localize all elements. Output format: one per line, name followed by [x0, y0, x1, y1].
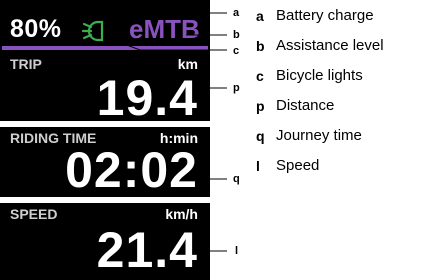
legend-key: a	[256, 8, 264, 24]
callout-label-a: a	[233, 7, 240, 19]
legend-item: l Speed	[256, 156, 426, 176]
legend-key: l	[256, 158, 260, 174]
legend-text: Battery charge	[276, 7, 374, 24]
legend-key: q	[256, 128, 265, 144]
legend-item: c Bicycle lights	[256, 66, 426, 86]
leader-line-a	[64, 12, 227, 21]
callout-label-q: q	[233, 173, 240, 185]
legend-item: q Journey time	[256, 126, 426, 146]
legend-text: Bicycle lights	[276, 67, 363, 84]
callout-label-c: c	[233, 45, 240, 57]
legend-key: p	[256, 98, 265, 114]
leader-line-c	[105, 36, 227, 51]
legend-text: Assistance level	[276, 37, 384, 54]
legend-text: Speed	[276, 157, 320, 174]
legend-text: Journey time	[276, 127, 362, 144]
legend-key: c	[256, 68, 264, 84]
callout-label-p: p	[233, 82, 240, 94]
legend-item: a Battery charge	[256, 6, 426, 26]
callout-label-l: l	[235, 245, 239, 257]
legend-item: p Distance	[256, 96, 426, 116]
callout-label-b: b	[233, 29, 240, 41]
legend-text: Distance	[276, 97, 335, 114]
legend-item: b Assistance level	[256, 36, 426, 56]
legend-key: b	[256, 38, 265, 54]
